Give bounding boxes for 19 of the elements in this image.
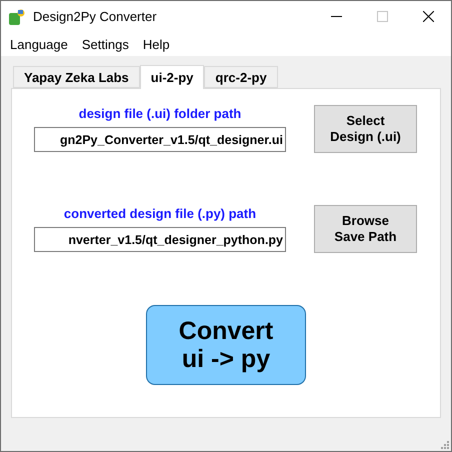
field-label: converted design file (.py) path bbox=[64, 206, 256, 221]
tab[interactable]: ui-2-py bbox=[140, 65, 204, 89]
maximize-icon bbox=[376, 11, 388, 22]
menu-item[interactable]: Settings bbox=[74, 36, 136, 52]
minimize-icon bbox=[330, 16, 342, 17]
field-label: design file (.ui) folder path bbox=[78, 106, 242, 121]
browse-button[interactable]: Select Design (.ui) bbox=[314, 105, 417, 153]
menu-item[interactable]: Language bbox=[3, 36, 75, 52]
resize-grip-icon[interactable] bbox=[440, 440, 449, 449]
window-title: Design2Py Converter bbox=[33, 9, 158, 24]
app-logo-icon bbox=[9, 8, 25, 24]
tab[interactable]: qrc-2-py bbox=[204, 66, 278, 88]
menu-item[interactable]: Help bbox=[136, 36, 177, 52]
browse-button[interactable]: Browse Save Path bbox=[314, 205, 417, 253]
path-field[interactable]: nverter_v1.5/qt_designer_python.py bbox=[34, 227, 286, 252]
close-icon bbox=[422, 11, 434, 22]
path-field[interactable]: gn2Py_Converter_v1.5/qt_designer.ui bbox=[34, 127, 286, 152]
convert-button[interactable]: Convert ui -> py bbox=[146, 305, 306, 385]
tab[interactable]: Yapay Zeka Labs bbox=[13, 66, 140, 88]
